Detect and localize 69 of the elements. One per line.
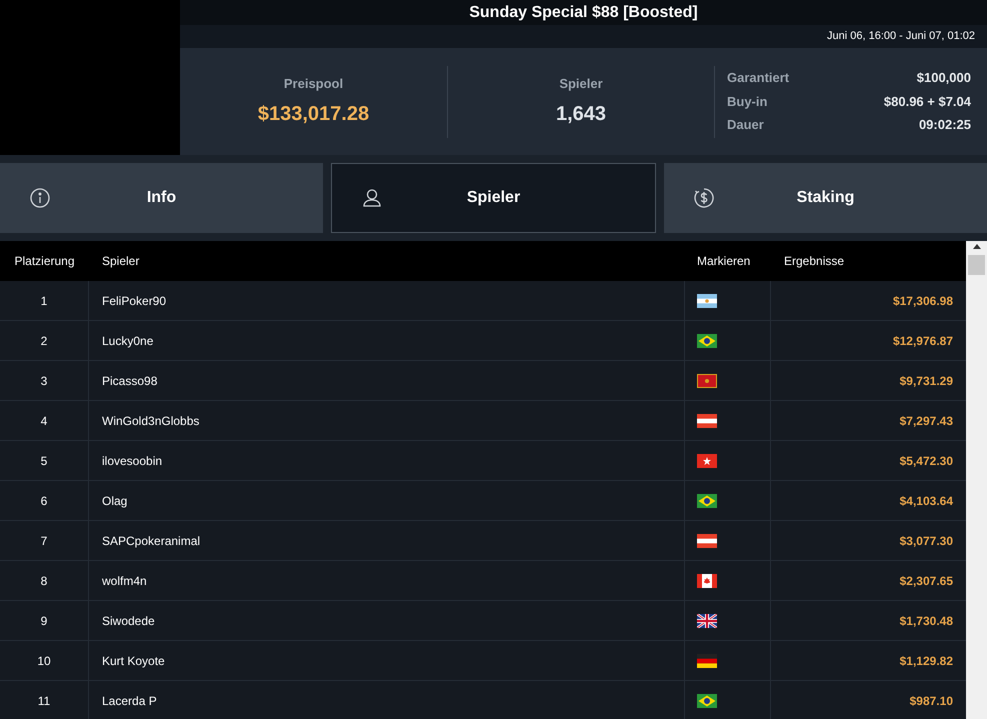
prize-amount: $4,103.64 xyxy=(900,492,953,510)
place-number: 11 xyxy=(38,692,50,710)
player-name[interactable]: Olag xyxy=(102,492,128,510)
flag-icon xyxy=(697,654,717,668)
place-number: 2 xyxy=(40,332,48,350)
place-number: 4 xyxy=(40,412,48,430)
place-number: 9 xyxy=(40,612,48,630)
tab[interactable]: Spieler xyxy=(331,163,656,233)
detail-value: 09:02:25 xyxy=(918,116,971,134)
stat-value: $133,017.28 xyxy=(258,102,370,128)
prize-amount: $7,297.43 xyxy=(900,412,953,430)
player-name[interactable]: FeliPoker90 xyxy=(102,292,166,310)
prize-amount: $17,306.98 xyxy=(892,292,953,310)
dollar-cycle-icon xyxy=(694,188,714,208)
place-number: 7 xyxy=(40,532,48,550)
flag-icon xyxy=(697,294,717,308)
player-name[interactable]: Picasso98 xyxy=(102,372,158,390)
flag-icon xyxy=(697,534,717,548)
player-name[interactable]: Lacerda P xyxy=(102,692,157,710)
player-name[interactable]: Kurt Koyote xyxy=(102,652,165,670)
detail-label: Garantiert xyxy=(727,69,790,88)
place-number: 8 xyxy=(40,572,48,590)
player-name[interactable]: WinGold3nGlobbs xyxy=(102,412,200,430)
tab[interactable]: Info xyxy=(0,163,323,233)
stat-label: Spieler xyxy=(559,74,603,93)
player-name[interactable]: wolfm4n xyxy=(102,572,147,590)
flag-icon xyxy=(697,334,717,348)
flag-icon xyxy=(697,614,717,628)
detail-value: $100,000 xyxy=(916,69,971,88)
stat-label: Preispool xyxy=(284,74,344,93)
info-icon xyxy=(30,188,50,208)
player-name[interactable]: ilovesoobin xyxy=(102,452,162,470)
tab[interactable]: Staking xyxy=(664,163,987,233)
player-name[interactable]: Lucky0ne xyxy=(102,332,154,350)
stat-value: 1,643 xyxy=(556,102,606,128)
flag-icon xyxy=(697,414,717,428)
prize-amount: $1,730.48 xyxy=(900,612,953,630)
column-header: Markieren xyxy=(697,253,750,270)
flag-icon xyxy=(697,574,717,588)
scroll-thumb[interactable] xyxy=(968,255,985,275)
prize-amount: $9,731.29 xyxy=(900,372,953,390)
person-icon xyxy=(362,188,382,208)
column-header: Spieler xyxy=(102,253,140,270)
place-number: 3 xyxy=(40,372,48,390)
player-name[interactable]: SAPCpokeranimal xyxy=(102,532,200,550)
date-range: Juni 06, 16:00 - Juni 07, 01:02 xyxy=(827,29,975,44)
place-number: 6 xyxy=(40,492,48,510)
prize-amount: $987.10 xyxy=(910,692,953,710)
flag-icon xyxy=(697,694,717,708)
prize-amount: $3,077.30 xyxy=(900,532,953,550)
prize-amount: $2,307.65 xyxy=(900,572,953,590)
scroll-up-icon[interactable] xyxy=(972,244,980,249)
scrollbar[interactable] xyxy=(966,241,987,719)
place-number: 1 xyxy=(40,292,48,310)
flag-icon xyxy=(697,374,717,388)
detail-label: Buy-in xyxy=(727,92,768,111)
prize-amount: $5,472.30 xyxy=(900,452,953,470)
flag-icon xyxy=(697,494,717,508)
tournament-title: Sunday Special $88 [Boosted] xyxy=(469,2,698,22)
place-number: 10 xyxy=(37,652,51,670)
flag-icon xyxy=(697,454,717,468)
column-header: Platzierung xyxy=(14,253,75,270)
column-header: Ergebnisse xyxy=(784,253,844,270)
player-name[interactable]: Siwodede xyxy=(102,612,155,630)
detail-value: $80.96 + $7.04 xyxy=(884,92,971,111)
place-number: 5 xyxy=(40,452,48,470)
prize-amount: $12,976.87 xyxy=(892,332,953,350)
detail-label: Dauer xyxy=(727,116,764,134)
prize-amount: $1,129.82 xyxy=(900,652,953,670)
